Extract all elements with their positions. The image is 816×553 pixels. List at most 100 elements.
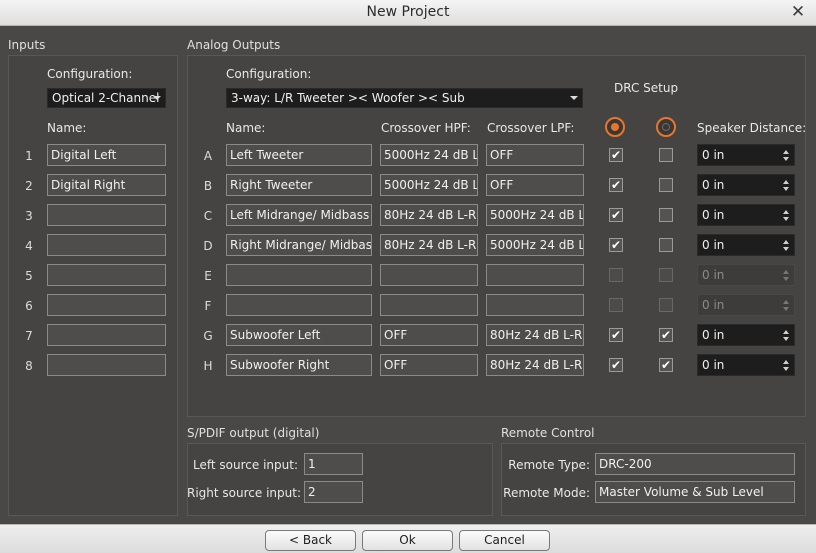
remote-mode-field[interactable]: Master Volume & Sub Level — [595, 481, 795, 503]
input-name-field[interactable]: Digital Left — [47, 144, 166, 166]
crossover-hpf-field[interactable]: 80Hz 24 dB L-R — [380, 204, 478, 226]
drc1-checkbox[interactable]: ✔ — [609, 208, 623, 222]
input-name-field[interactable] — [47, 354, 166, 376]
spin-up-icon[interactable] — [783, 330, 789, 334]
crossover-lpf-header: Crossover LPF: — [487, 121, 575, 135]
crossover-hpf-field[interactable]: 5000Hz 24 dB L-R — [380, 144, 478, 166]
drc2-checkbox[interactable] — [659, 238, 673, 252]
right-source-input-field[interactable]: 2 — [304, 481, 363, 503]
spin-down-icon[interactable] — [783, 157, 789, 161]
inputs-section-label: Inputs — [8, 38, 46, 52]
output-name-field[interactable] — [226, 294, 372, 316]
remote-section-label: Remote Control — [501, 426, 595, 440]
output-name-field[interactable]: Right Tweeter — [226, 174, 372, 196]
input-name-field[interactable] — [47, 294, 166, 316]
output-name-field[interactable]: Subwoofer Right — [226, 354, 372, 376]
drc1-checkbox[interactable]: ✔ — [609, 178, 623, 192]
spin-up-icon[interactable] — [783, 270, 789, 274]
drc2-checkbox[interactable] — [659, 208, 673, 222]
drc1-checkbox[interactable]: ✔ — [609, 148, 623, 162]
crossover-lpf-field[interactable]: 80Hz 24 dB L-R — [486, 324, 584, 346]
speaker-distance-spinbox[interactable]: 0 in — [697, 324, 795, 346]
inputs-configuration-select[interactable]: Optical 2-Channel — [47, 88, 166, 108]
back-button[interactable]: < Back — [265, 530, 356, 551]
crossover-hpf-field[interactable]: 80Hz 24 dB L-R — [380, 234, 478, 256]
crossover-lpf-field[interactable]: OFF — [486, 174, 584, 196]
spin-down-icon[interactable] — [783, 337, 789, 341]
spin-up-icon[interactable] — [783, 180, 789, 184]
outputs-configuration-select[interactable]: 3-way: L/R Tweeter >< Woofer >< Sub — [226, 88, 583, 108]
spin-down-icon[interactable] — [783, 217, 789, 221]
input-name-field[interactable]: Digital Right — [47, 174, 166, 196]
crossover-lpf-field[interactable]: 80Hz 24 dB L-R — [486, 354, 584, 376]
speaker-distance-value: 0 in — [702, 208, 725, 222]
cancel-button[interactable]: Cancel — [459, 530, 550, 551]
spin-up-icon[interactable] — [783, 210, 789, 214]
drc1-radio-icon[interactable] — [605, 117, 625, 137]
speaker-distance-value: 0 in — [702, 238, 725, 252]
left-source-input-field[interactable]: 1 — [304, 453, 363, 475]
output-name-field[interactable] — [226, 264, 372, 286]
button-bar: < Back Ok Cancel — [0, 524, 816, 553]
drc1-checkbox[interactable]: ✔ — [609, 238, 623, 252]
output-name-field[interactable]: Left Tweeter — [226, 144, 372, 166]
speaker-distance-spinbox[interactable]: 0 in — [697, 234, 795, 256]
spin-up-icon[interactable] — [783, 150, 789, 154]
speaker-distance-spinbox[interactable]: 0 in — [697, 294, 795, 316]
speaker-distance-spinbox[interactable]: 0 in — [697, 144, 795, 166]
output-name-field[interactable]: Left Midrange/ Midbass — [226, 204, 372, 226]
spin-down-icon[interactable] — [783, 247, 789, 251]
input-name-field[interactable] — [47, 324, 166, 346]
inputs-name-label: Name: — [47, 121, 87, 135]
crossover-hpf-field[interactable] — [380, 294, 478, 316]
spin-up-icon[interactable] — [783, 360, 789, 364]
spin-down-icon[interactable] — [783, 367, 789, 371]
speaker-distance-spinbox[interactable]: 0 in — [697, 174, 795, 196]
speaker-distance-spinbox[interactable]: 0 in — [697, 354, 795, 376]
input-name-field[interactable] — [47, 264, 166, 286]
crossover-lpf-field[interactable]: 5000Hz 24 dB L-R — [486, 234, 584, 256]
speaker-distance-spinbox[interactable]: 0 in — [697, 204, 795, 226]
speaker-distance-spinbox[interactable]: 0 in — [697, 264, 795, 286]
input-name-field[interactable] — [47, 204, 166, 226]
crossover-hpf-field[interactable] — [380, 264, 478, 286]
input-row-number: 8 — [25, 359, 33, 373]
spin-up-icon[interactable] — [783, 240, 789, 244]
crossover-lpf-field[interactable]: 5000Hz 24 dB L-R — [486, 204, 584, 226]
crossover-hpf-field[interactable]: 5000Hz 24 dB L-R — [380, 174, 478, 196]
output-name-field[interactable]: Subwoofer Left — [226, 324, 372, 346]
crossover-hpf-field[interactable]: OFF — [380, 324, 478, 346]
drc2-checkbox[interactable]: ✔ — [659, 328, 673, 342]
speaker-distance-value: 0 in — [702, 298, 725, 312]
drc1-checkbox[interactable] — [609, 268, 623, 282]
drc1-checkbox[interactable] — [609, 298, 623, 312]
crossover-lpf-field[interactable] — [486, 294, 584, 316]
drc2-checkbox[interactable] — [659, 178, 673, 192]
ok-button[interactable]: Ok — [362, 530, 453, 551]
crossover-lpf-field[interactable] — [486, 264, 584, 286]
drc1-checkbox[interactable]: ✔ — [609, 358, 623, 372]
drc2-checkbox[interactable]: ✔ — [659, 358, 673, 372]
drc1-checkbox[interactable]: ✔ — [609, 328, 623, 342]
crossover-hpf-field[interactable]: OFF — [380, 354, 478, 376]
input-name-field[interactable] — [47, 234, 166, 256]
spin-up-icon[interactable] — [783, 300, 789, 304]
title-bar: New Project ✕ — [0, 0, 816, 26]
spin-down-icon[interactable] — [783, 187, 789, 191]
output-row-letter: B — [203, 179, 213, 193]
outputs-name-header: Name: — [226, 121, 266, 135]
drc2-checkbox[interactable] — [659, 148, 673, 162]
speaker-distance-value: 0 in — [702, 178, 725, 192]
crossover-lpf-field[interactable]: OFF — [486, 144, 584, 166]
drc2-checkbox[interactable] — [659, 298, 673, 312]
close-icon[interactable]: ✕ — [788, 2, 808, 22]
spin-down-icon[interactable] — [783, 277, 789, 281]
remote-type-field[interactable]: DRC-200 — [595, 453, 795, 475]
drc2-checkbox[interactable] — [659, 268, 673, 282]
output-name-field[interactable]: Right Midrange/ Midbass — [226, 234, 372, 256]
spin-down-icon[interactable] — [783, 307, 789, 311]
input-row-number: 4 — [25, 239, 33, 253]
drc2-radio-icon[interactable] — [656, 117, 676, 137]
outputs-configuration-label: Configuration: — [226, 67, 312, 81]
outputs-section-label: Analog Outputs — [187, 38, 281, 52]
